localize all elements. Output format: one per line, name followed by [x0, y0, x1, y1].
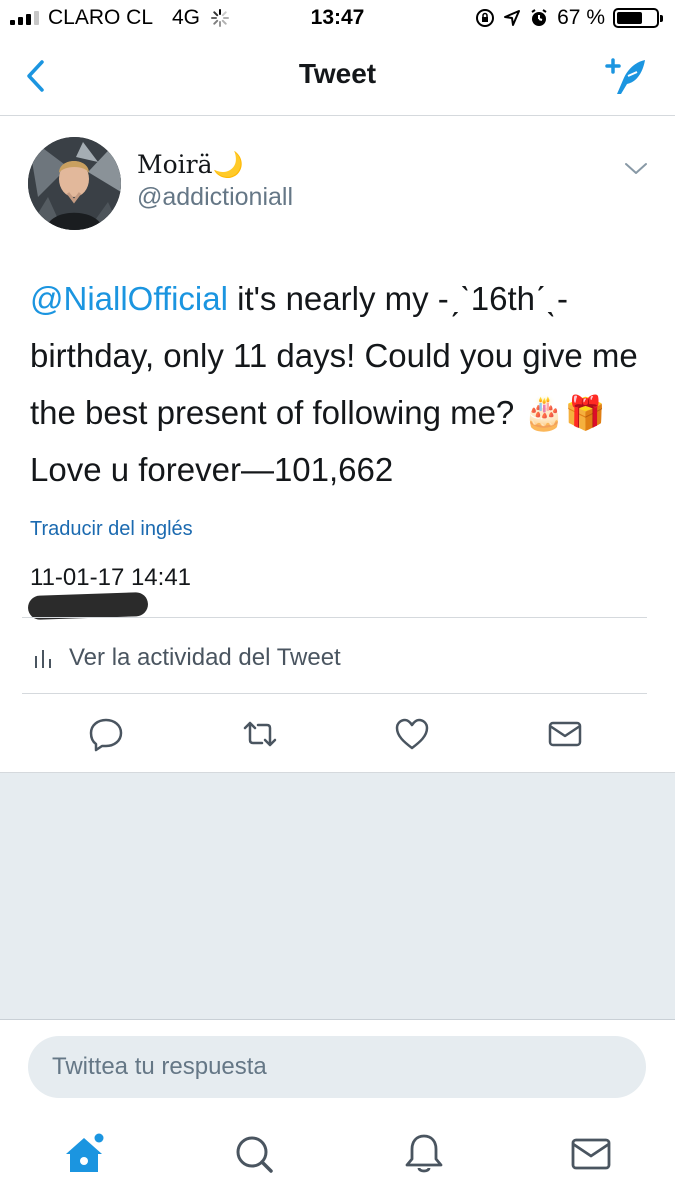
- crescent-moon-emoji: 🌙: [212, 150, 244, 179]
- tweet-timestamp: 11-01-17 14:41: [30, 564, 192, 591]
- redaction-mark: [27, 591, 149, 621]
- alarm-icon: [531, 9, 547, 26]
- retweet-icon[interactable]: [242, 716, 278, 752]
- bottom-tab-bar: [0, 1110, 675, 1200]
- analytics-icon: [35, 650, 51, 668]
- tweet-text: @NiallOfficial it's nearly my -ˏˋ16thˊˎ-…: [30, 270, 650, 498]
- compose-tweet-button[interactable]: [601, 54, 649, 98]
- status-bar: CLARO CL 4G 13:47 67 %: [0, 0, 675, 36]
- location-icon: [504, 10, 521, 26]
- display-name[interactable]: Moirä🌙: [137, 150, 244, 180]
- reply-input[interactable]: Twittea tu respuesta: [28, 1036, 646, 1098]
- direct-message-icon[interactable]: [547, 716, 583, 752]
- like-heart-icon[interactable]: [394, 716, 430, 752]
- reply-icon[interactable]: [88, 716, 124, 752]
- chevron-down-icon[interactable]: [623, 155, 649, 181]
- notifications-bell-icon[interactable]: [402, 1132, 446, 1176]
- avatar[interactable]: [28, 137, 121, 230]
- battery-icon: [613, 8, 663, 28]
- user-handle[interactable]: @addictioniall: [137, 183, 293, 212]
- empty-replies-area: [0, 772, 675, 1020]
- tweet-actions: [0, 694, 675, 772]
- mention-link[interactable]: @NiallOfficial: [30, 280, 228, 317]
- page-title: Tweet: [298, 58, 377, 89]
- translate-link[interactable]: Traducir del inglés: [30, 518, 193, 541]
- tweet-activity-button[interactable]: Ver la actividad del Tweet: [22, 618, 647, 694]
- avatar-photo: [28, 137, 121, 230]
- navigation-bar: Tweet: [0, 36, 675, 116]
- tweet-activity-label: Ver la actividad del Tweet: [69, 644, 341, 671]
- battery-percentage: 67 %: [557, 6, 605, 29]
- home-icon[interactable]: [62, 1132, 106, 1176]
- rotation-lock-icon: [476, 9, 495, 27]
- search-icon[interactable]: [232, 1132, 276, 1176]
- messages-icon[interactable]: [569, 1132, 613, 1176]
